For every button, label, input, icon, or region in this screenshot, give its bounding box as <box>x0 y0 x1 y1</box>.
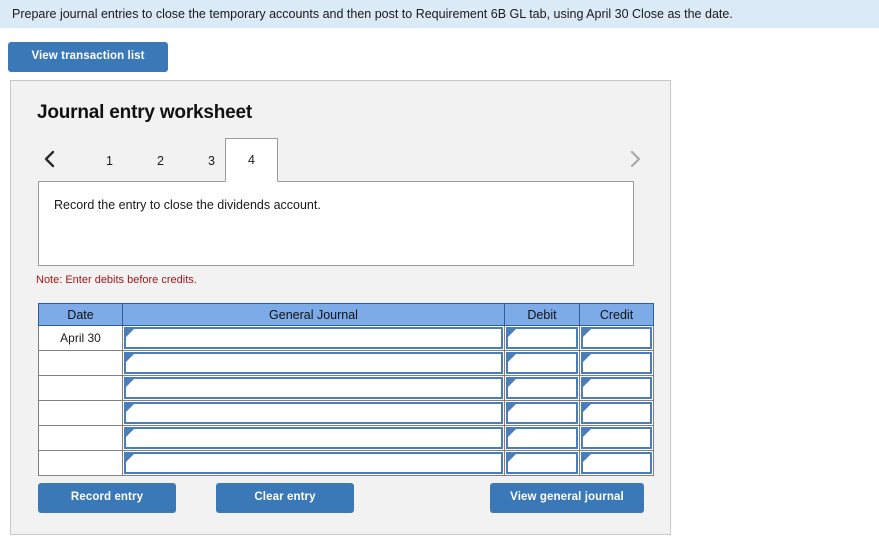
debit-cell[interactable] <box>504 375 580 401</box>
debit-input[interactable] <box>506 452 578 474</box>
view-general-journal-button[interactable]: View general journal <box>490 483 644 513</box>
credit-cell[interactable] <box>579 325 654 351</box>
instruction-panel: Record the entry to close the dividends … <box>38 181 634 266</box>
credit-cell[interactable] <box>579 425 654 451</box>
general-journal-input[interactable] <box>124 377 503 399</box>
date-cell[interactable]: April 30 <box>38 325 123 351</box>
worksheet-tab-label: 3 <box>208 153 215 168</box>
date-cell[interactable] <box>38 350 123 376</box>
general-journal-cell[interactable] <box>122 425 505 451</box>
date-cell[interactable] <box>38 375 123 401</box>
credit-input[interactable] <box>581 427 652 449</box>
table-header-row: Date General Journal Debit Credit <box>38 303 654 326</box>
general-journal-cell[interactable] <box>122 400 505 426</box>
column-header-debit: Debit <box>504 303 580 326</box>
date-cell[interactable] <box>38 400 123 426</box>
credit-input[interactable] <box>581 352 652 374</box>
chevron-left-icon[interactable] <box>39 145 61 173</box>
worksheet-tab-1[interactable]: 1 <box>83 138 136 182</box>
page-title: Journal entry worksheet <box>37 102 253 123</box>
record-entry-button[interactable]: Record entry <box>38 483 176 513</box>
table-row <box>38 375 654 401</box>
credit-input[interactable] <box>581 402 652 424</box>
chevron-right-icon[interactable] <box>624 145 646 173</box>
debit-cell[interactable] <box>504 400 580 426</box>
debit-input[interactable] <box>506 352 578 374</box>
debits-before-credits-note: Note: Enter debits before credits. <box>36 274 197 286</box>
debit-cell[interactable] <box>504 350 580 376</box>
table-row <box>38 450 654 476</box>
worksheet-tab-label: 1 <box>106 153 113 168</box>
column-header-date: Date <box>38 303 123 326</box>
credit-cell[interactable] <box>579 375 654 401</box>
general-journal-input[interactable] <box>124 327 503 349</box>
worksheet-tab-4[interactable]: 4 <box>225 138 278 182</box>
journal-entry-table: Date General Journal Debit Credit April … <box>38 303 654 476</box>
general-journal-input[interactable] <box>124 452 503 474</box>
debit-cell[interactable] <box>504 425 580 451</box>
table-row: April 30 <box>38 325 654 351</box>
general-journal-cell[interactable] <box>122 450 505 476</box>
general-journal-input[interactable] <box>124 402 503 424</box>
debit-input[interactable] <box>506 377 578 399</box>
credit-input[interactable] <box>581 377 652 399</box>
worksheet-tab-label: 4 <box>248 153 255 167</box>
general-journal-cell[interactable] <box>122 325 505 351</box>
credit-cell[interactable] <box>579 350 654 376</box>
general-journal-cell[interactable] <box>122 350 505 376</box>
debit-input[interactable] <box>506 427 578 449</box>
worksheet-tabstrip: 1 2 3 4 <box>11 138 672 182</box>
credit-input[interactable] <box>581 327 652 349</box>
instruction-panel-text: Record the entry to close the dividends … <box>54 198 321 212</box>
credit-cell[interactable] <box>579 450 654 476</box>
instruction-banner-text: Prepare journal entries to close the tem… <box>12 7 733 21</box>
table-row <box>38 425 654 451</box>
debit-cell[interactable] <box>504 450 580 476</box>
debit-input[interactable] <box>506 402 578 424</box>
general-journal-input[interactable] <box>124 352 503 374</box>
view-transaction-list-button[interactable]: View transaction list <box>8 42 168 72</box>
instruction-banner: Prepare journal entries to close the tem… <box>0 0 879 28</box>
column-header-general-journal: General Journal <box>122 303 505 326</box>
debit-cell[interactable] <box>504 325 580 351</box>
column-header-credit: Credit <box>579 303 654 326</box>
date-cell[interactable] <box>38 425 123 451</box>
table-row <box>38 400 654 426</box>
date-cell[interactable] <box>38 450 123 476</box>
credit-input[interactable] <box>581 452 652 474</box>
debit-input[interactable] <box>506 327 578 349</box>
table-row <box>38 350 654 376</box>
journal-entry-worksheet-panel: Journal entry worksheet 1 2 3 4 Record t… <box>10 80 671 535</box>
clear-entry-button[interactable]: Clear entry <box>216 483 354 513</box>
worksheet-tab-2[interactable]: 2 <box>134 138 187 182</box>
general-journal-cell[interactable] <box>122 375 505 401</box>
credit-cell[interactable] <box>579 400 654 426</box>
worksheet-tab-label: 2 <box>157 153 164 168</box>
general-journal-input[interactable] <box>124 427 503 449</box>
